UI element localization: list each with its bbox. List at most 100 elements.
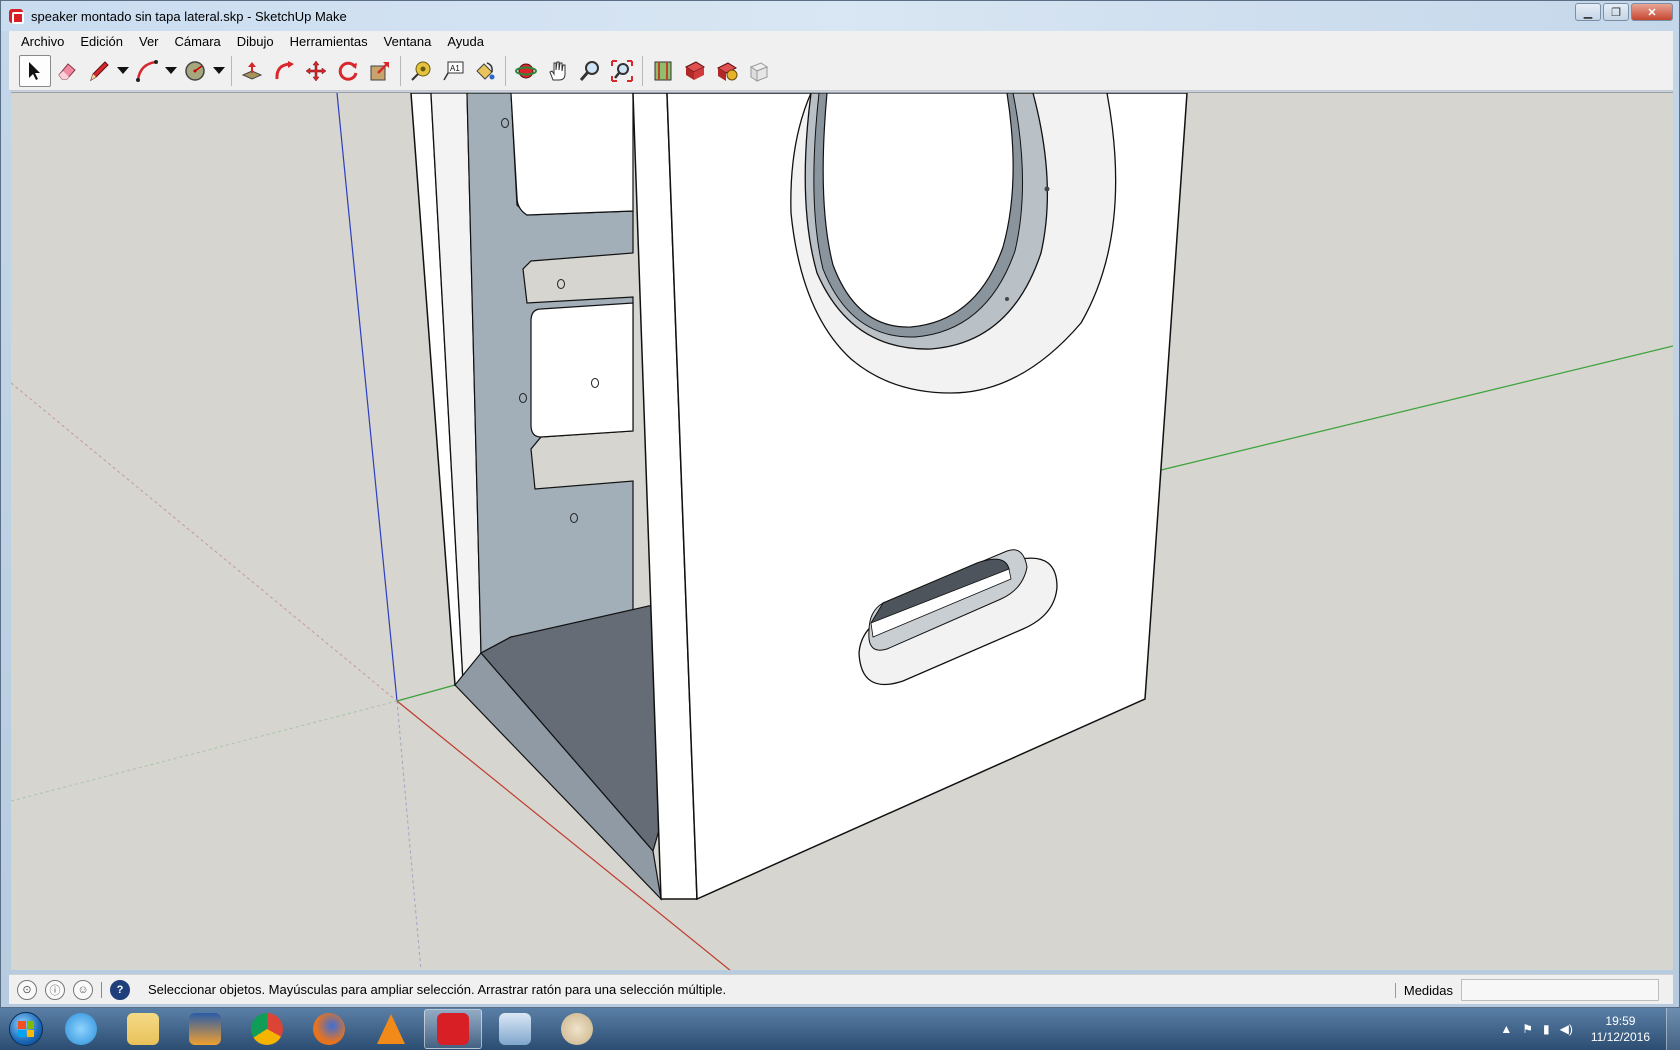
tape-measure-icon [411, 61, 431, 81]
clock[interactable]: 19:59 11/12/2016 [1591, 1013, 1650, 1045]
status-message: Seleccionar objetos. Mayúsculas para amp… [148, 982, 727, 997]
media-player-icon [189, 1013, 221, 1045]
windows-taskbar: ▲ ⚑ ▮ ◀) 19:59 11/12/2016 [0, 1008, 1680, 1050]
menu-edicion[interactable]: Edición [72, 34, 131, 49]
menu-camara[interactable]: Cámara [167, 34, 229, 49]
rotate-tool[interactable] [332, 55, 364, 87]
taskbar-calculator[interactable] [486, 1009, 544, 1049]
shape-tool-dropdown[interactable] [211, 55, 227, 87]
green-axis-negative [11, 700, 398, 802]
pan-tool[interactable] [542, 55, 574, 87]
help-icon[interactable]: ? [110, 979, 130, 1000]
layout-button[interactable] [743, 55, 775, 87]
menu-archivo[interactable]: Archivo [13, 34, 72, 49]
tray-icons: ▲ ⚑ ▮ ◀) [1500, 1022, 1573, 1036]
maximize-button[interactable]: ❐ [1603, 3, 1629, 21]
measurements-input[interactable] [1461, 979, 1659, 1001]
3d-warehouse-button[interactable] [647, 55, 679, 87]
rotate-icon [338, 61, 358, 81]
menu-ver[interactable]: Ver [131, 34, 167, 49]
scale-icon [370, 61, 389, 80]
arc-icon [136, 59, 158, 82]
modeling-viewport[interactable] [11, 92, 1673, 970]
vlc-icon [377, 1014, 405, 1044]
tape-measure-tool[interactable] [405, 55, 437, 87]
push-pull-icon [241, 61, 263, 80]
taskbar-vlc[interactable] [362, 1009, 420, 1049]
pencil-icon [90, 60, 109, 81]
push-pull-tool[interactable] [236, 55, 268, 87]
taskbar-sketchup[interactable] [424, 1009, 482, 1049]
orbit-icon [515, 63, 537, 78]
hand-icon [549, 61, 566, 80]
taskbar-media-player[interactable] [176, 1009, 234, 1049]
start-button[interactable] [4, 1009, 48, 1049]
credits-icon[interactable]: ⓘ [45, 979, 65, 1000]
select-tool[interactable] [19, 54, 51, 87]
taskbar-chrome[interactable] [238, 1009, 296, 1049]
brace-cutout-top [510, 93, 634, 216]
taskbar-paint[interactable] [548, 1009, 606, 1049]
arc-tool-dropdown[interactable] [163, 55, 179, 87]
extension-warehouse-button[interactable] [679, 55, 711, 87]
menu-ayuda[interactable]: Ayuda [439, 34, 492, 49]
scene-canvas[interactable] [11, 93, 1673, 970]
taskbar-internet-explorer[interactable] [52, 1009, 110, 1049]
minimize-button[interactable]: ▁ [1575, 3, 1601, 21]
orbit-tool[interactable] [510, 55, 542, 87]
user-icon[interactable]: ☺ [73, 979, 93, 1000]
network-icon[interactable]: ▮ [1543, 1022, 1550, 1036]
toolbar-separator [231, 55, 232, 86]
title-bar[interactable]: speaker montado sin tapa lateral.skp - S… [1, 1, 1679, 31]
taskbar-firefox[interactable] [300, 1009, 358, 1049]
blue-axis-negative [396, 700, 422, 970]
show-hidden-icons-icon[interactable]: ▲ [1500, 1022, 1512, 1036]
folder-icon [127, 1013, 159, 1045]
windows-logo-icon [9, 1012, 43, 1046]
text-tool[interactable]: A1 [437, 55, 469, 87]
share-model-button[interactable] [711, 55, 743, 87]
close-button[interactable]: ✕ [1631, 3, 1673, 21]
red-axis-negative [11, 382, 398, 702]
arc-tool[interactable] [131, 55, 163, 87]
menu-ventana[interactable]: Ventana [376, 34, 440, 49]
toolbar-separator [400, 55, 401, 86]
sketchup-icon [437, 1013, 469, 1045]
internet-explorer-icon [65, 1013, 97, 1045]
green-axis-far [1156, 345, 1673, 472]
measurements-box: Medidas [1394, 979, 1659, 1001]
layout-icon [749, 61, 769, 82]
menu-herramientas[interactable]: Herramientas [282, 34, 376, 49]
taskbar-file-explorer[interactable] [114, 1009, 172, 1049]
action-center-icon[interactable]: ⚑ [1522, 1022, 1533, 1036]
zoom-extents-icon [611, 59, 633, 82]
shape-tool[interactable] [179, 55, 211, 87]
toolbar-separator [642, 55, 643, 86]
woofer-screw [1044, 186, 1050, 192]
svg-text:A1: A1 [450, 64, 460, 73]
sketchup-window: speaker montado sin tapa lateral.skp - S… [0, 0, 1680, 1008]
menu-dibujo[interactable]: Dibujo [229, 34, 282, 49]
move-tool[interactable] [300, 55, 332, 87]
volume-icon[interactable]: ◀) [1560, 1022, 1573, 1036]
geolocation-icon[interactable]: ⊙ [17, 979, 37, 1000]
line-tool[interactable] [83, 55, 115, 87]
circle-shape-icon [185, 60, 205, 81]
paint-bucket-tool[interactable] [469, 55, 501, 87]
green-axis [396, 684, 456, 702]
brace-cutout-middle [530, 302, 634, 438]
main-toolbar: A1 [9, 51, 1673, 91]
follow-me-tool[interactable] [268, 55, 300, 87]
zoom-tool[interactable] [574, 55, 606, 87]
chrome-icon [251, 1013, 283, 1045]
eraser-tool[interactable] [51, 55, 83, 87]
status-bar: ⊙ ⓘ ☺ ? Seleccionar objetos. Mayúsculas … [9, 974, 1673, 1004]
zoom-extents-tool[interactable] [606, 55, 638, 87]
warehouse-icon [654, 61, 672, 80]
show-desktop-button[interactable] [1666, 1008, 1680, 1050]
toolbar-separator [505, 55, 506, 86]
follow-me-icon [275, 60, 294, 79]
scale-tool[interactable] [364, 55, 396, 87]
line-tool-dropdown[interactable] [115, 55, 131, 87]
move-icon [305, 60, 327, 81]
